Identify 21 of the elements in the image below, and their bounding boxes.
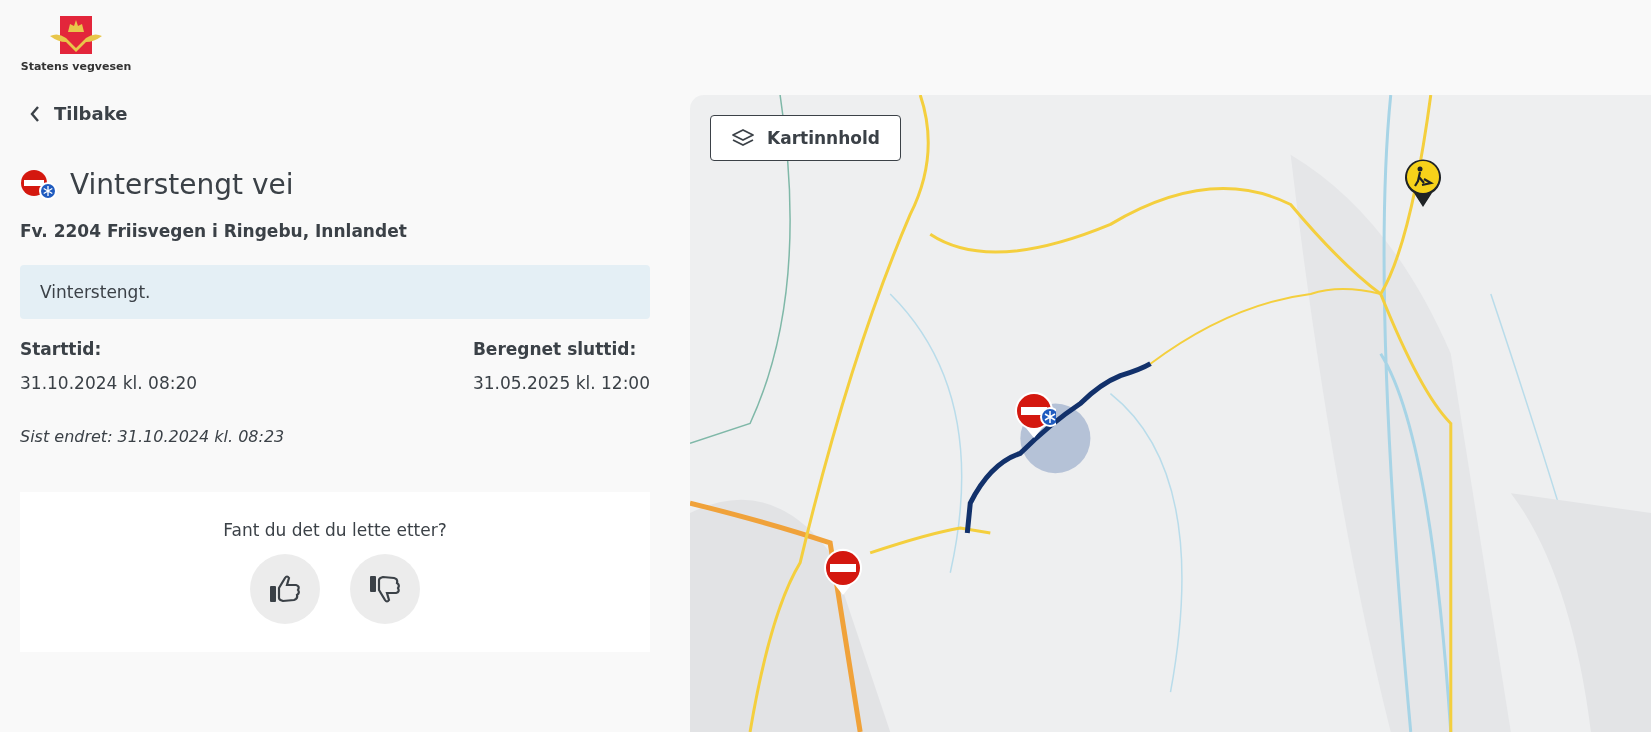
time-label: Starttid: [20,339,103,359]
chevron-left-icon [30,105,40,122]
logo-text: Statens vegvesen [20,60,132,73]
last-changed-text: Sist endret: 31.10.2024 kl. 08:23 [20,427,286,446]
roadwork-marker-icon[interactable] [1402,157,1444,209]
back-link[interactable]: Tilbake [30,103,128,124]
description-text: Vinterstengt. [20,265,650,319]
time-value: 31.05.2025 kl. 12:00 [472,373,650,393]
thumbs-down-icon [369,574,401,604]
road-closed-snow-marker-icon[interactable] [1012,390,1056,440]
logo-icon [50,16,102,56]
time-value: 31.10.2024 kl. 08:20 [20,373,198,393]
layers-icon [731,128,755,148]
road-closed-marker-icon[interactable] [821,547,865,597]
road-name: Fv. 2204 Friisvegen i Ringebu, Innlandet [20,221,408,241]
time-label: Beregnet sluttid: [472,339,638,359]
map-layers-button[interactable]: Kartinnhold [710,115,901,161]
road-closed-snow-icon [20,168,58,201]
thumbs-up-icon [269,574,301,604]
feedback-question: Fant du det du lette etter? [223,520,447,540]
page-title: Vinterstengt vei [70,168,294,201]
